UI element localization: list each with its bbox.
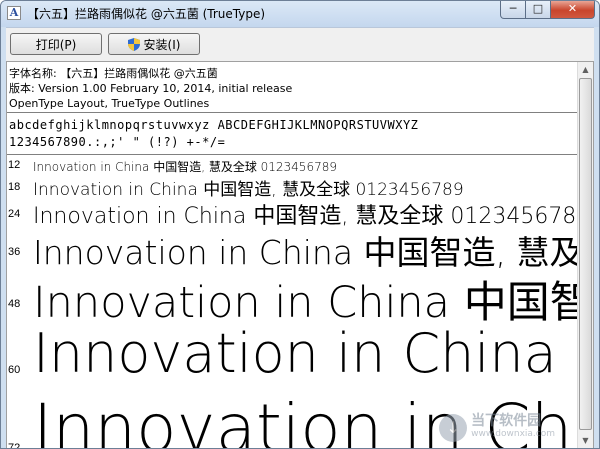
window-title: 【六五】拦路雨偶似花 @六五菌 (TrueType) [27,7,266,21]
sample-size-label: 12 [8,159,21,171]
sample-text: Innovation in China 中国智造, 慧及全球 [33,233,577,272]
maximize-button[interactable]: □ [526,1,551,19]
sample-size-label: 18 [8,181,21,193]
site-watermark: ↓ 当下软件园 www.downxia.com [439,414,555,442]
sample-text: Innovation in China 中国智造, 慧及全球 012345678… [33,160,337,174]
watermark-site-name: 当下软件园 [471,413,542,429]
caption-buttons: ─ □ ✕ [500,1,595,19]
charset-letters: abcdefghijklmnopqrstuvwxyz ABCDEFGHIJKLM… [9,118,419,132]
uac-shield-icon [127,37,140,51]
sample-size-label: 60 [8,364,21,376]
print-button-label: 打印(P) [35,37,77,52]
sample-size-label: 48 [8,298,21,310]
minimize-button[interactable]: ─ [500,1,526,19]
scroll-thumb[interactable] [579,78,592,430]
font-outline-type: OpenType Layout, TrueType Outlines [9,97,210,110]
font-file-icon: A [7,6,21,20]
font-name: 字体名称: 【六五】拦路雨偶似花 @六五菌 [9,67,218,80]
sample-size-label: 72 [8,442,21,448]
font-version: 版本: Version 1.00 February 10, 2014, init… [9,82,293,95]
toolbar: 打印(P) 安装(I) [6,27,594,62]
sample-text: Innovation in China 中国智造 [33,278,577,328]
sample-text: Innovation in China 中国智造, 慧及全球 012345678… [33,180,464,200]
scroll-down-arrow-icon[interactable]: ▼ [578,433,593,448]
font-viewer-window: A 【六五】拦路雨偶似花 @六五菌 (TrueType) ─ □ ✕ 打印(P)… [0,0,600,449]
title-bar[interactable]: A 【六五】拦路雨偶似花 @六五菌 (TrueType) ─ □ ✕ [1,1,599,27]
sample-size-label: 24 [8,208,21,220]
character-set: abcdefghijklmnopqrstuvwxyz ABCDEFGHIJKLM… [9,117,418,151]
sample-size-label: 36 [8,246,21,258]
divider [7,154,577,155]
vertical-scrollbar[interactable]: ▲ ▼ [577,62,593,448]
download-arrow-icon: ↓ [439,414,468,442]
charset-digits: 1234567890.:,;' " (!?) +-*/= [9,135,226,149]
font-info: 字体名称: 【六五】拦路雨偶似花 @六五菌 版本: Version 1.00 F… [9,66,292,111]
divider [7,112,577,113]
print-button[interactable]: 打印(P) [10,33,102,55]
scroll-up-arrow-icon[interactable]: ▲ [578,62,593,77]
install-button-label: 安装(I) [143,37,181,52]
install-button[interactable]: 安装(I) [108,33,200,55]
font-preview-pane[interactable]: 字体名称: 【六五】拦路雨偶似花 @六五菌 版本: Version 1.00 F… [6,61,594,448]
sample-text: Innovation in China [33,322,557,385]
watermark-url: www.downxia.com [471,429,555,439]
close-button[interactable]: ✕ [551,1,595,19]
